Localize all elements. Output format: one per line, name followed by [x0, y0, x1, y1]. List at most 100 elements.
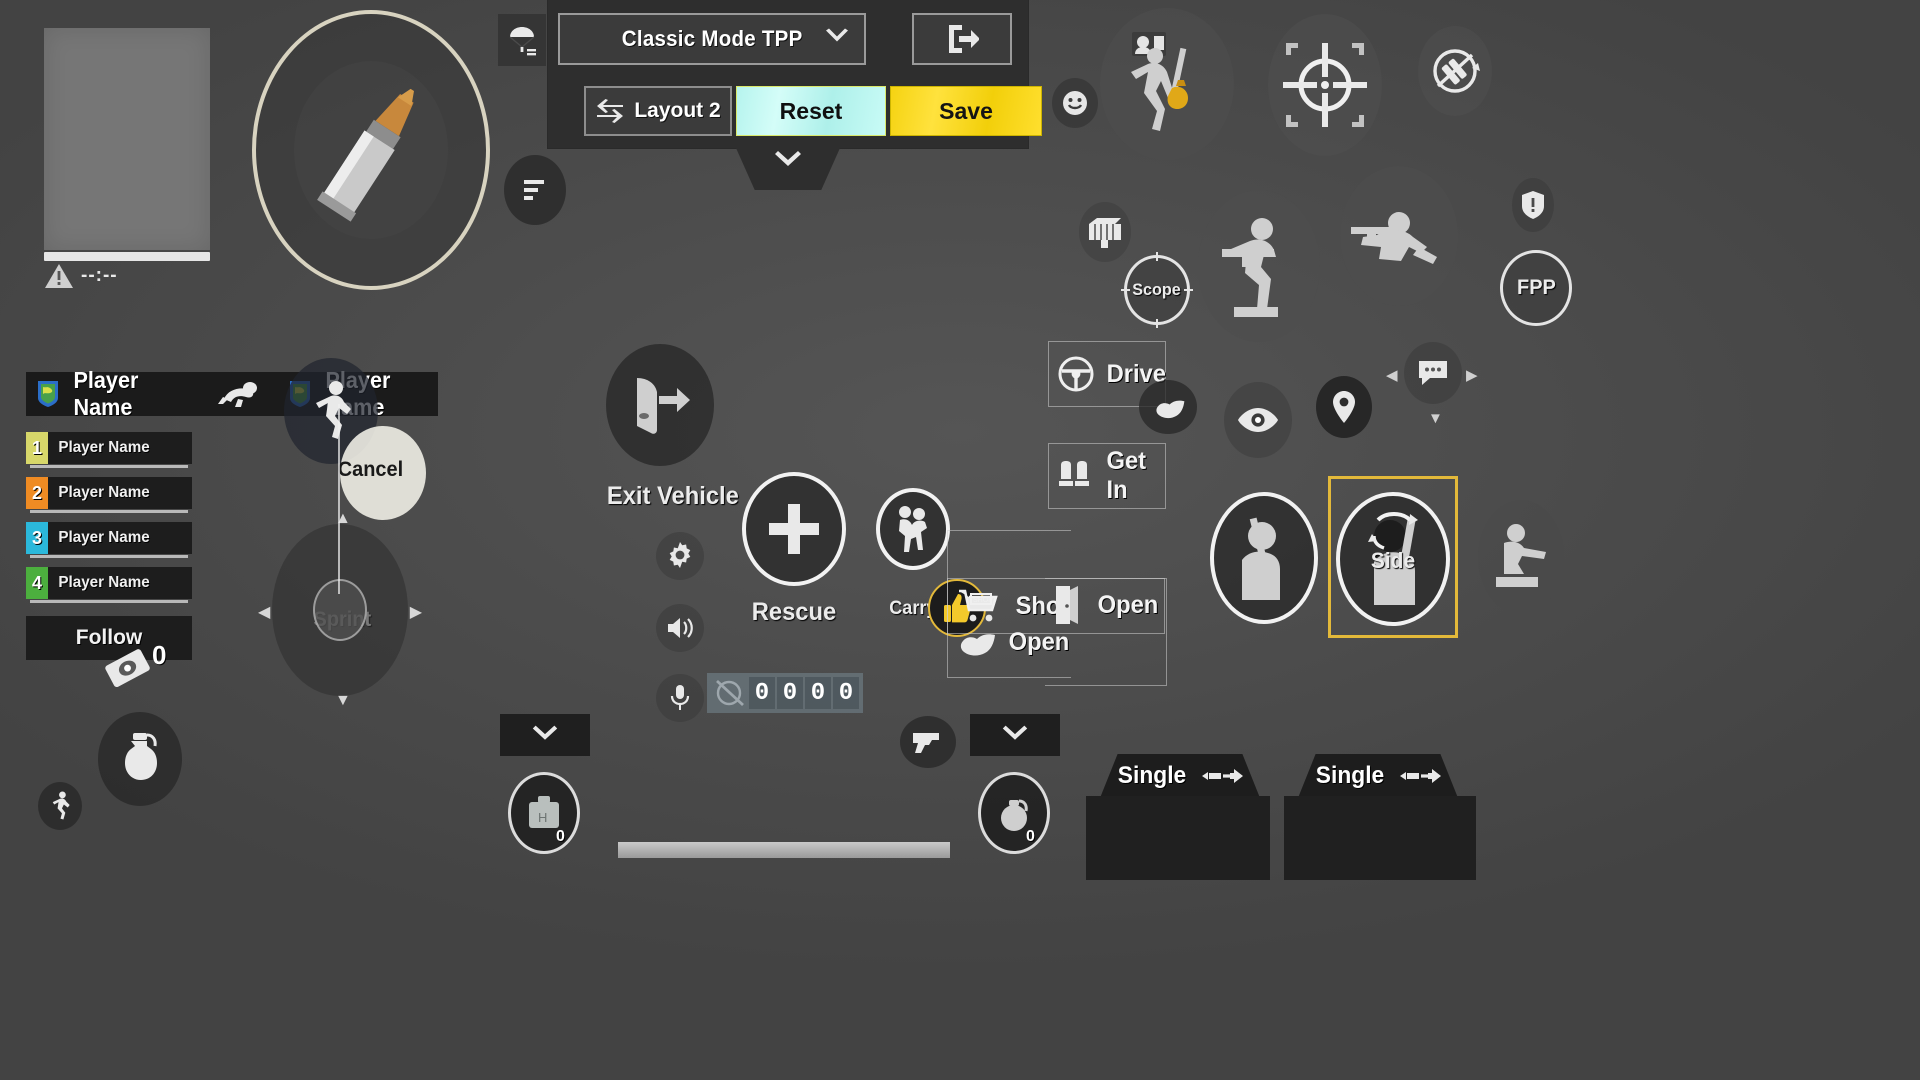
open-label: Open	[1008, 627, 1070, 656]
weapon-slot-toggle-right[interactable]	[970, 714, 1060, 756]
collapse-panel-button[interactable]	[736, 148, 840, 190]
alert-shield-icon	[1521, 190, 1545, 220]
carry-person-icon	[892, 504, 934, 554]
scope-button[interactable]: Scope	[1121, 252, 1193, 328]
save-button[interactable]: Save	[890, 86, 1042, 136]
follow-count: 0	[152, 640, 167, 670]
plus-icon	[765, 500, 823, 558]
peek-left-icon	[1232, 516, 1296, 600]
sprint-track	[338, 404, 340, 594]
gear-icon	[666, 542, 694, 570]
pickup-loot-button[interactable]	[1100, 8, 1234, 160]
peek-side-label: Side	[1370, 548, 1416, 573]
shield-icon	[36, 379, 60, 409]
warning-triangle-icon	[44, 262, 74, 290]
parachute-swap-icon[interactable]	[498, 14, 546, 66]
run-toggle-button[interactable]	[38, 782, 82, 830]
bullet-icon	[308, 72, 436, 237]
player-name-label: Player Name	[58, 574, 150, 591]
counter-digit: 0	[805, 677, 831, 709]
chevron-down-icon	[530, 725, 560, 745]
fire-mode-label: Single	[1117, 762, 1187, 789]
chevron-down-icon	[772, 151, 804, 171]
peek-eye-button[interactable]	[1224, 382, 1292, 458]
backpack-crate-icon	[1087, 214, 1123, 250]
fpp-label: FPP	[1516, 276, 1556, 299]
movement-joystick[interactable]: ▲ ▼ ◀ ▶	[258, 510, 422, 709]
chevron-down-icon	[1000, 725, 1030, 745]
weapon-slot-toggle-left[interactable]	[500, 714, 590, 756]
chevron-right-icon: ▶	[1466, 367, 1478, 384]
peek-left-button[interactable]	[1210, 492, 1318, 624]
game-mode-select[interactable]: Classic Mode TPP	[558, 13, 866, 65]
throwable-button[interactable]	[98, 712, 182, 806]
weapon-panel-left[interactable]	[1086, 796, 1270, 880]
counter-digit: 0	[833, 677, 859, 709]
fire-mode-left[interactable]: Single	[1100, 754, 1260, 798]
prone-button[interactable]	[1340, 166, 1458, 306]
exit-vehicle-button[interactable]	[606, 344, 714, 466]
list-item[interactable]: 1 Player Name	[26, 432, 192, 468]
pickup-loot-icon	[1124, 30, 1210, 138]
fire-mode-right[interactable]: Single	[1298, 754, 1458, 798]
mute-counter[interactable]: 0 0 0 0	[707, 673, 863, 713]
fire-button-bar[interactable]	[618, 842, 950, 858]
exit-customization-button[interactable]	[912, 13, 1012, 65]
carry-button[interactable]	[876, 488, 950, 570]
list-item[interactable]: 3 Player Name	[26, 522, 192, 558]
settings-button[interactable]	[656, 532, 704, 580]
game-mode-value: Classic Mode TPP	[621, 26, 803, 51]
weapon-stats-button[interactable]	[504, 155, 566, 225]
pistol-slot[interactable]	[900, 716, 956, 768]
layout-toggle-button[interactable]: Layout 2	[584, 86, 732, 136]
vehicle-hand-button[interactable]	[1139, 380, 1197, 434]
map-pin-icon	[1331, 390, 1357, 424]
chat-button[interactable]	[1404, 342, 1462, 404]
player-slot-number: 2	[26, 477, 48, 509]
mic-muted-icon	[713, 678, 747, 708]
open-hand-row[interactable]: Open	[947, 616, 1069, 668]
medkit-count: 0	[556, 828, 565, 845]
list-item[interactable]: 4 Player Name	[26, 567, 192, 603]
vault-button[interactable]	[1478, 500, 1564, 614]
rescue-button[interactable]	[742, 472, 846, 586]
ammo-type-wheel[interactable]	[252, 10, 490, 290]
crouch-button[interactable]	[1198, 190, 1320, 342]
sound-button[interactable]	[656, 604, 704, 652]
microphone-button[interactable]	[656, 674, 704, 722]
chevron-left-icon: ◀	[1386, 367, 1398, 384]
crawl-icon	[214, 379, 264, 409]
get-in-label: Get In	[1106, 447, 1147, 504]
weapon-panel-right[interactable]	[1284, 796, 1476, 880]
fpp-toggle-button[interactable]: FPP	[1500, 250, 1572, 326]
teammate-name: Player Name	[73, 367, 139, 420]
prone-icon	[1347, 201, 1451, 271]
medkit-button[interactable]: H	[508, 772, 580, 854]
car-door-exit-icon	[629, 372, 691, 438]
cancel-label: Cancel	[337, 458, 404, 481]
microphone-icon	[670, 684, 690, 712]
swap-arrows-icon	[595, 99, 625, 123]
bullet-arrow-icon	[1200, 766, 1244, 786]
minimap[interactable]	[44, 28, 210, 250]
crosshair-icon	[1278, 37, 1372, 133]
open-door-row[interactable]: Open	[1050, 578, 1168, 632]
reset-label: Reset	[779, 97, 843, 124]
peek-side-button[interactable]: Side	[1336, 492, 1450, 626]
grenade-swap-button[interactable]	[1418, 26, 1492, 116]
emote-button[interactable]	[1052, 78, 1098, 128]
eye-tag-icon[interactable]	[104, 648, 152, 690]
alert-button[interactable]	[1512, 178, 1554, 232]
list-item[interactable]: 2 Player Name	[26, 477, 192, 513]
map-marker-button[interactable]	[1316, 376, 1372, 438]
layout-label: Layout 2	[634, 99, 721, 122]
reset-button[interactable]: Reset	[736, 86, 886, 136]
smiley-icon	[1061, 89, 1089, 117]
match-timer-label: --:--	[81, 265, 118, 286]
rescue-label: Rescue	[751, 598, 837, 626]
throwable-slot[interactable]	[978, 772, 1050, 854]
backpack-button[interactable]	[1079, 202, 1131, 262]
scope-label: Scope	[1132, 280, 1182, 299]
get-in-button[interactable]: Get In	[1048, 443, 1166, 509]
aim-button[interactable]	[1268, 14, 1382, 156]
